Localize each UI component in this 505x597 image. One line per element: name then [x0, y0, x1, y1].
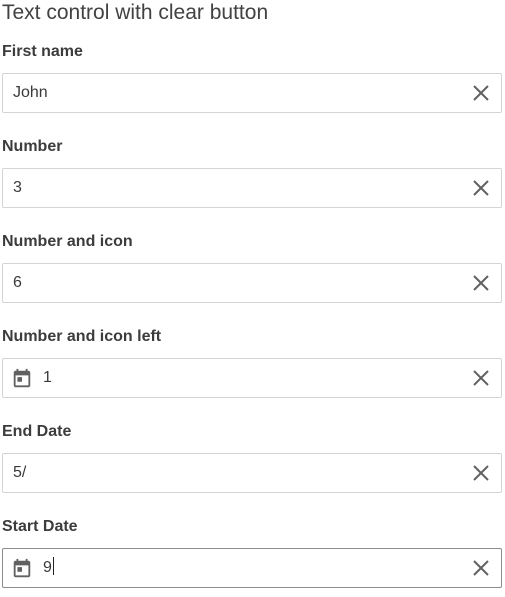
close-icon[interactable] [473, 560, 489, 576]
number-and-icon-clear-button[interactable] [467, 269, 495, 297]
number-and-icon-left-label: Number and icon left [2, 328, 162, 345]
end-date-clear-button[interactable] [467, 459, 495, 487]
number-and-icon-left-clear-button[interactable] [467, 364, 495, 392]
start-date-value-wrap[interactable]: 9 [43, 549, 54, 587]
number-label: Number [2, 138, 63, 155]
close-icon[interactable] [473, 370, 489, 386]
first-name-value[interactable]: John [13, 74, 48, 112]
calendar-icon [13, 558, 31, 578]
page-title: Text control with clear button [2, 1, 269, 24]
number-and-icon-label: Number and icon [2, 233, 133, 250]
number-and-icon-left-input[interactable]: 1 [2, 358, 502, 398]
end-date-value[interactable]: 5/ [13, 454, 26, 492]
number-clear-button[interactable] [467, 174, 495, 202]
end-date-label: End Date [2, 423, 72, 440]
number-input[interactable]: 3 [2, 168, 502, 208]
close-icon[interactable] [473, 275, 489, 291]
first-name-input[interactable]: John [2, 73, 502, 113]
close-icon[interactable] [473, 85, 489, 101]
start-date-value[interactable]: 9 [43, 559, 52, 576]
first-name-label: First name [2, 43, 83, 60]
start-date-input[interactable]: 9 [2, 548, 502, 588]
start-date-label: Start Date [2, 518, 78, 535]
number-and-icon-input[interactable]: 6 [2, 263, 502, 303]
number-and-icon-left-value[interactable]: 1 [43, 359, 52, 397]
number-and-icon-value[interactable]: 6 [13, 264, 22, 302]
start-date-clear-button[interactable] [467, 554, 495, 582]
number-value[interactable]: 3 [13, 169, 22, 207]
text-caret [52, 557, 54, 575]
close-icon[interactable] [473, 465, 489, 481]
calendar-icon [13, 368, 31, 388]
end-date-input[interactable]: 5/ [2, 453, 502, 493]
close-icon[interactable] [473, 180, 489, 196]
first-name-clear-button[interactable] [467, 79, 495, 107]
